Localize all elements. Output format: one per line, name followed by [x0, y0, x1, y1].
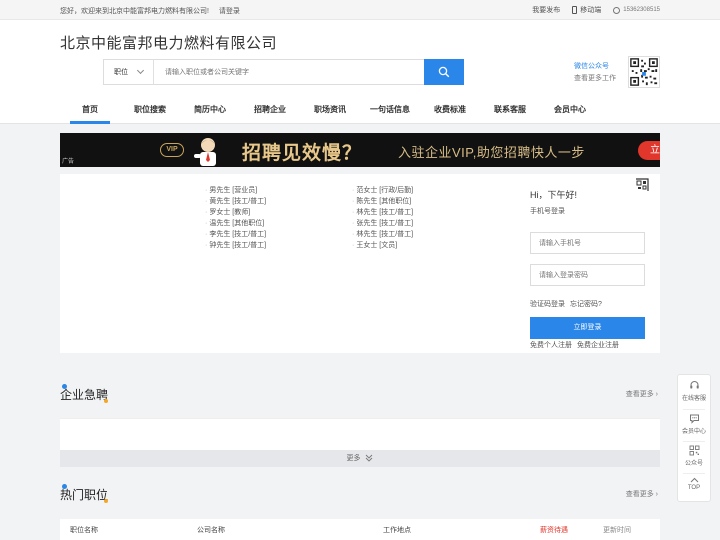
- register-links: 免费个人注册 免费企业注册: [530, 340, 622, 350]
- headset-icon: [689, 381, 699, 389]
- floating-sidebar: 在线客服 会员中心 公众号 TOP: [677, 374, 711, 502]
- list-item[interactable]: · 李先生 [技工/普工]: [205, 229, 266, 240]
- login-button[interactable]: 立即登录: [530, 317, 645, 339]
- ad-tag: 广告: [62, 159, 75, 165]
- login-panel: Hi，下午好! 手机号登录 验证码登录 忘记密码? 立即登录 免费个人注册 免费…: [530, 174, 660, 353]
- nav-pricing[interactable]: 收费标准: [420, 102, 480, 124]
- greeting: Hi，下午好!: [530, 190, 577, 200]
- title-dot-blue: [62, 384, 67, 389]
- hot-more-link[interactable]: 查看更多 ›: [626, 489, 658, 499]
- wechat-info: 微信公众号 查看更多工作: [574, 61, 616, 85]
- seeker-list-left: · 男先生 [营业员] · 黄先生 [技工/普工] · 罗女士 [教师] · 温先生 […: [205, 185, 266, 251]
- forgot-password-link[interactable]: 忘记密码?: [570, 301, 602, 308]
- nav-member-center[interactable]: 会员中心: [540, 102, 600, 124]
- list-item[interactable]: · 钟先生 [技工/普工]: [205, 240, 266, 251]
- job-table-header: 职位名称 公司名称 工作地点 薪资待遇 更新时间: [60, 519, 660, 540]
- list-item[interactable]: · 张先生 [技工/普工]: [352, 218, 413, 229]
- search-input[interactable]: [154, 60, 424, 84]
- mobile-label: 移动端: [580, 7, 602, 14]
- list-item[interactable]: · 温先生 [其他职位]: [205, 218, 266, 229]
- col-updated: 更新时间: [603, 527, 631, 534]
- search-icon: [438, 66, 450, 78]
- banner-subline: 入驻企业VIP,助您招聘快人一步: [398, 145, 585, 160]
- col-location: 工作地点: [383, 527, 411, 534]
- mobile-link[interactable]: 移动端: [572, 5, 601, 15]
- urgent-section-title: 企业急聘: [60, 384, 108, 403]
- qr-login-icon[interactable]: [634, 177, 650, 193]
- header: 北京中能富邦电力燃料有限公司 职位 微信公众号 查看更多工作: [0, 20, 720, 124]
- wechat-sub: 查看更多工作: [574, 75, 616, 82]
- list-item[interactable]: · 罗女士 [教师]: [205, 207, 266, 218]
- divider: [683, 441, 705, 442]
- sidebar-member-button[interactable]: 会员中心: [678, 413, 710, 435]
- list-item[interactable]: · 王女士 [文员]: [352, 240, 413, 251]
- load-more-button[interactable]: 更多: [60, 450, 660, 467]
- login-links: 验证码登录 忘记密码?: [530, 299, 605, 309]
- register-company-link[interactable]: 免费企业注册: [577, 342, 619, 349]
- banner-headline: 招聘见效慢？: [242, 143, 363, 164]
- nav-one-line-info[interactable]: 一句话信息: [360, 102, 420, 124]
- seeker-list-right: · 范女士 [行政/后勤] · 陈先生 [其他职位] · 林先生 [技工/普工] · 张…: [352, 185, 413, 251]
- phone-info: 15362308515: [613, 6, 660, 14]
- qr-icon: [689, 445, 699, 456]
- welcome-text: 您好，欢迎来到北京中能富邦电力燃料有限公司!: [60, 8, 209, 15]
- qr-code-icon: [628, 56, 660, 88]
- list-item[interactable]: · 林先生 [技工/普工]: [352, 207, 413, 218]
- list-item[interactable]: · 范女士 [行政/后勤]: [352, 185, 413, 196]
- phone-input[interactable]: [530, 232, 645, 254]
- divider: [683, 409, 705, 410]
- list-item[interactable]: · 陈先生 [其他职位]: [352, 196, 413, 207]
- urgent-more-link[interactable]: 查看更多 ›: [626, 389, 658, 399]
- col-job-title: 职位名称: [70, 527, 98, 534]
- search-type-label: 职位: [114, 69, 128, 76]
- list-item[interactable]: · 黄先生 [技工/普工]: [205, 196, 266, 207]
- back-to-top-button[interactable]: TOP: [678, 477, 710, 491]
- col-company: 公司名称: [197, 527, 225, 534]
- site-title: 北京中能富邦电力燃料有限公司: [60, 35, 278, 52]
- main-nav: 首页 职位搜索 简历中心 招聘企业 职场资讯 一句话信息 收费标准 联系客服 会…: [60, 102, 600, 124]
- nav-home[interactable]: 首页: [60, 102, 120, 124]
- col-salary: 薪资待遇: [540, 527, 568, 534]
- search-bar: 职位: [103, 59, 464, 85]
- arrow-up-icon: [690, 477, 698, 483]
- main-panel: · 男先生 [营业员] · 黄先生 [技工/普工] · 罗女士 [教师] · 温先生 […: [60, 174, 660, 353]
- wechat-title: 微信公众号: [574, 63, 609, 70]
- search-button[interactable]: [424, 59, 464, 85]
- phone-number: 15362308515: [623, 7, 660, 13]
- sidebar-wechat-button[interactable]: 公众号: [678, 445, 710, 467]
- mascot-illustration: [194, 138, 216, 166]
- urgent-list: [60, 418, 660, 450]
- list-item[interactable]: · 男先生 [营业员]: [205, 185, 266, 196]
- login-mode-label: 手机号登录: [530, 208, 565, 215]
- title-dot-blue: [62, 484, 67, 489]
- chevron-down-icon: [136, 66, 145, 75]
- top-bar: 您好，欢迎来到北京中能富邦电力燃料有限公司! 请登录 我要发布 移动端 1536…: [0, 0, 720, 20]
- phone-icon: [613, 6, 621, 14]
- password-input[interactable]: [530, 264, 645, 286]
- nav-contact[interactable]: 联系客服: [480, 102, 540, 124]
- vip-badge: VIP: [160, 143, 184, 157]
- divider: [683, 473, 705, 474]
- ad-banner[interactable]: 广告 VIP 招聘见效慢？ 入驻企业VIP,助您招聘快人一步 立即查看: [60, 133, 660, 167]
- mobile-icon: [572, 6, 578, 14]
- post-link[interactable]: 我要发布: [532, 5, 560, 15]
- chat-icon: [689, 414, 699, 424]
- banner-cta-button[interactable]: 立即查看: [638, 141, 660, 160]
- login-link[interactable]: 请登录: [219, 8, 240, 15]
- double-chevron-down-icon: [366, 454, 373, 462]
- nav-resume-center[interactable]: 简历中心: [180, 102, 240, 124]
- title-dot-orange: [104, 399, 108, 403]
- list-item[interactable]: · 林先生 [技工/普工]: [352, 229, 413, 240]
- hot-section-title: 热门职位: [60, 484, 108, 503]
- search-type-select[interactable]: 职位: [104, 60, 154, 84]
- online-service-button[interactable]: 在线客服: [678, 380, 710, 402]
- title-dot-orange: [104, 499, 108, 503]
- nav-companies[interactable]: 招聘企业: [240, 102, 300, 124]
- nav-job-search[interactable]: 职位搜索: [120, 102, 180, 124]
- register-personal-link[interactable]: 免费个人注册: [530, 342, 572, 349]
- nav-news[interactable]: 职场资讯: [300, 102, 360, 124]
- code-login-link[interactable]: 验证码登录: [530, 301, 565, 308]
